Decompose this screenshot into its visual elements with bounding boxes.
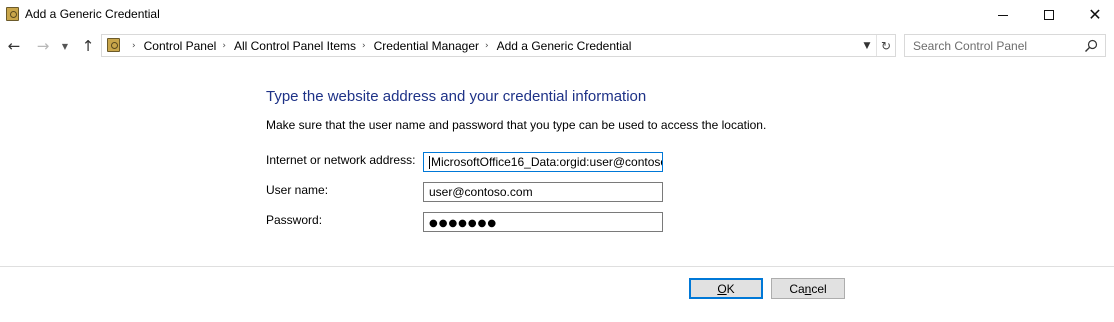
breadcrumb-credential-manager[interactable]: Credential Manager	[374, 39, 479, 53]
window-title: Add a Generic Credential	[25, 7, 160, 21]
credential-form: Type the website address and your creden…	[0, 64, 1114, 266]
password-value: ●●●●●●●	[429, 218, 498, 229]
breadcrumb-all-items[interactable]: All Control Panel Items	[234, 39, 356, 53]
cancel-mnemonic: n	[804, 281, 812, 296]
ok-button[interactable]: OK	[689, 278, 763, 299]
chevron-down-icon: ▼	[61, 41, 69, 51]
user-name-label: User name:	[266, 183, 329, 197]
forward-button[interactable]: →	[33, 36, 53, 56]
cancel-button[interactable]: Ca n cel	[771, 278, 845, 299]
network-address-label: Internet or network address:	[266, 153, 416, 167]
cancel-label-rest: cel	[811, 281, 827, 296]
maximize-icon	[1044, 10, 1054, 20]
breadcrumb-separator-icon[interactable]: ›	[222, 41, 226, 51]
control-panel-icon	[107, 38, 120, 52]
search-placeholder: Search Control Panel	[913, 39, 1028, 53]
address-bar[interactable]: › Control Panel › All Control Panel Item…	[101, 34, 896, 57]
credential-manager-icon	[6, 7, 19, 21]
address-dropdown-button[interactable]: ▼	[859, 35, 875, 56]
breadcrumb-separator-icon[interactable]: ›	[132, 41, 136, 51]
close-button[interactable]: ✕	[1072, 0, 1114, 30]
breadcrumb-separator-icon[interactable]: ›	[485, 41, 489, 51]
arrow-left-icon: ←	[7, 37, 21, 55]
breadcrumb-current[interactable]: Add a Generic Credential	[497, 39, 632, 53]
arrow-up-icon: ↑	[81, 37, 95, 55]
back-button[interactable]: ←	[4, 36, 24, 56]
recent-locations-button[interactable]: ▼	[58, 36, 72, 56]
network-address-value: MicrosoftOffice16_Data:orgid:user@contos…	[431, 155, 663, 169]
close-icon: ✕	[1088, 5, 1102, 24]
password-label: Password:	[266, 213, 323, 227]
minimize-icon	[998, 14, 1008, 16]
footer-divider	[0, 266, 1114, 267]
maximize-button[interactable]	[1026, 0, 1072, 30]
arrow-right-icon: →	[36, 37, 50, 55]
navigation-bar: ← → ▼ ↑ › Control Panel › All Control Pa…	[0, 30, 1114, 64]
ok-mnemonic: O	[717, 281, 727, 296]
chevron-down-icon: ▼	[863, 40, 871, 51]
up-button[interactable]: ↑	[78, 36, 98, 56]
search-input[interactable]: Search Control Panel	[904, 34, 1106, 57]
user-name-field[interactable]: user@contoso.com	[423, 182, 663, 202]
breadcrumb-control-panel[interactable]: Control Panel	[144, 39, 217, 53]
page-title: Type the website address and your creden…	[266, 88, 647, 105]
refresh-button[interactable]: ↻	[876, 35, 895, 56]
search-icon[interactable]	[1084, 39, 1098, 53]
cancel-label-pre: Ca	[789, 281, 805, 296]
title-bar[interactable]: Add a Generic Credential ✕	[0, 0, 1114, 30]
password-field[interactable]: ●●●●●●●	[423, 212, 663, 232]
refresh-icon: ↻	[880, 38, 892, 53]
minimize-button[interactable]	[980, 0, 1026, 30]
network-address-field[interactable]: MicrosoftOffice16_Data:orgid:user@contos…	[423, 152, 663, 172]
form-description: Make sure that the user name and passwor…	[266, 118, 767, 132]
breadcrumb-separator-icon[interactable]: ›	[362, 41, 366, 51]
breadcrumb: › Control Panel › All Control Panel Item…	[126, 35, 631, 56]
text-caret	[429, 156, 430, 170]
ok-label-rest: K	[726, 281, 735, 296]
user-name-value: user@contoso.com	[429, 185, 533, 199]
